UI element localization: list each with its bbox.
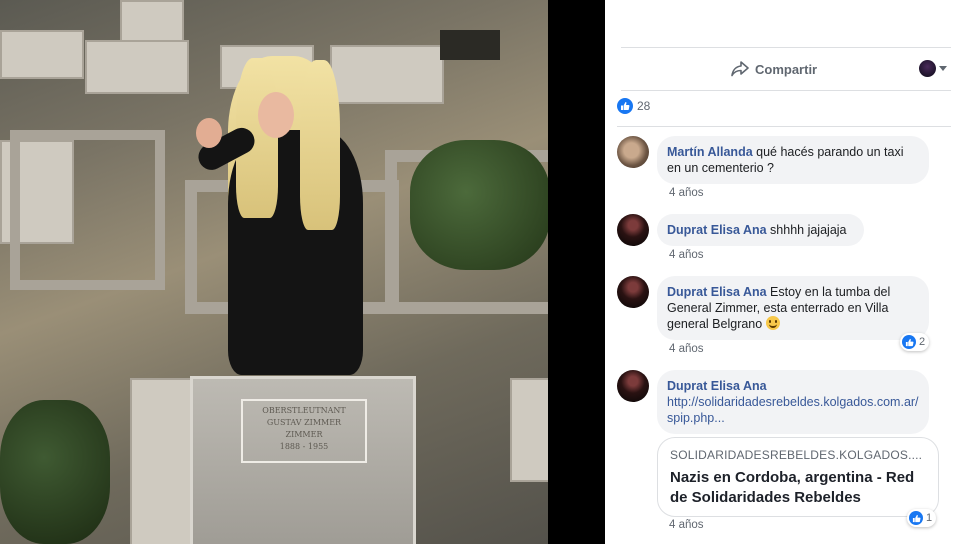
comment-bubble: Martín Allanda qué hacés parando un taxi… bbox=[657, 136, 929, 184]
avatar bbox=[919, 60, 936, 77]
chevron-down-icon bbox=[939, 66, 947, 71]
divider bbox=[617, 126, 951, 127]
like-icon bbox=[617, 98, 633, 114]
likes-count: 28 bbox=[637, 99, 651, 113]
comment-text: shhhh jajajaja bbox=[770, 223, 847, 237]
action-bar: Compartir bbox=[621, 47, 951, 91]
link-preview-card[interactable]: SOLIDARIDADESREBELDES.KOLGADOS.... Nazis… bbox=[657, 437, 939, 517]
reaction-count: 2 bbox=[919, 336, 926, 348]
reactions-summary[interactable]: 28 bbox=[617, 98, 650, 114]
plaque-line: OBERSTLEUTNANT bbox=[262, 406, 346, 415]
cemetery-photo: OBERSTLEUTNANT GUSTAV ZIMMER ZIMMER 1888… bbox=[0, 0, 548, 544]
like-icon bbox=[909, 511, 923, 525]
tombstone-plaque: OBERSTLEUTNANT GUSTAV ZIMMER ZIMMER 1888… bbox=[241, 399, 367, 463]
comment-bubble: Duprat Elisa Ana shhhh jajajaja bbox=[657, 214, 864, 246]
comment-author[interactable]: Duprat Elisa Ana bbox=[667, 223, 767, 237]
preview-title: Nazis en Cordoba, argentina - Red de Sol… bbox=[670, 469, 915, 506]
share-button[interactable]: Compartir bbox=[731, 58, 817, 80]
photo-viewer[interactable]: OBERSTLEUTNANT GUSTAV ZIMMER ZIMMER 1888… bbox=[0, 0, 605, 544]
avatar[interactable] bbox=[617, 136, 649, 168]
share-icon bbox=[731, 61, 749, 77]
avatar[interactable] bbox=[617, 214, 649, 246]
preview-domain: SOLIDARIDADESREBELDES.KOLGADOS.... bbox=[670, 448, 923, 462]
comments-panel: Compartir 28 Martín Allanda qué hacés pa… bbox=[605, 0, 959, 544]
avatar[interactable] bbox=[617, 276, 649, 308]
comment-author[interactable]: Duprat Elisa Ana bbox=[667, 285, 767, 299]
plaque-line: GUSTAV ZIMMER bbox=[266, 418, 342, 427]
comment-time[interactable]: 4 años bbox=[669, 343, 704, 355]
avatar[interactable] bbox=[617, 370, 649, 402]
reaction-count: 1 bbox=[926, 512, 933, 524]
comment-time[interactable]: 4 años bbox=[669, 249, 704, 261]
comment-link[interactable]: http://solidaridadesrebeldes.kolgados.co… bbox=[667, 394, 919, 426]
comment-time[interactable]: 4 años bbox=[669, 519, 704, 531]
like-icon bbox=[902, 335, 916, 349]
comment-author[interactable]: Martín Allanda bbox=[667, 145, 753, 159]
reaction-badge[interactable]: 1 bbox=[907, 509, 937, 527]
comment-bubble: Duprat Elisa Ana Estoy en la tumba del G… bbox=[657, 276, 929, 340]
comment-author[interactable]: Duprat Elisa Ana bbox=[667, 378, 919, 394]
photo-margin bbox=[548, 0, 605, 544]
reaction-badge[interactable]: 2 bbox=[900, 333, 930, 351]
share-label: Compartir bbox=[755, 61, 818, 77]
audience-selector[interactable] bbox=[919, 60, 947, 77]
plaque-line: ZIMMER bbox=[285, 430, 323, 439]
comment-bubble: Duprat Elisa Ana http://solidaridadesreb… bbox=[657, 370, 929, 434]
plaque-line: 1888 - 1955 bbox=[279, 442, 329, 451]
smiley-icon bbox=[765, 316, 780, 330]
comment-time[interactable]: 4 años bbox=[669, 187, 704, 199]
tombstone: OBERSTLEUTNANT GUSTAV ZIMMER ZIMMER 1888… bbox=[190, 376, 416, 544]
